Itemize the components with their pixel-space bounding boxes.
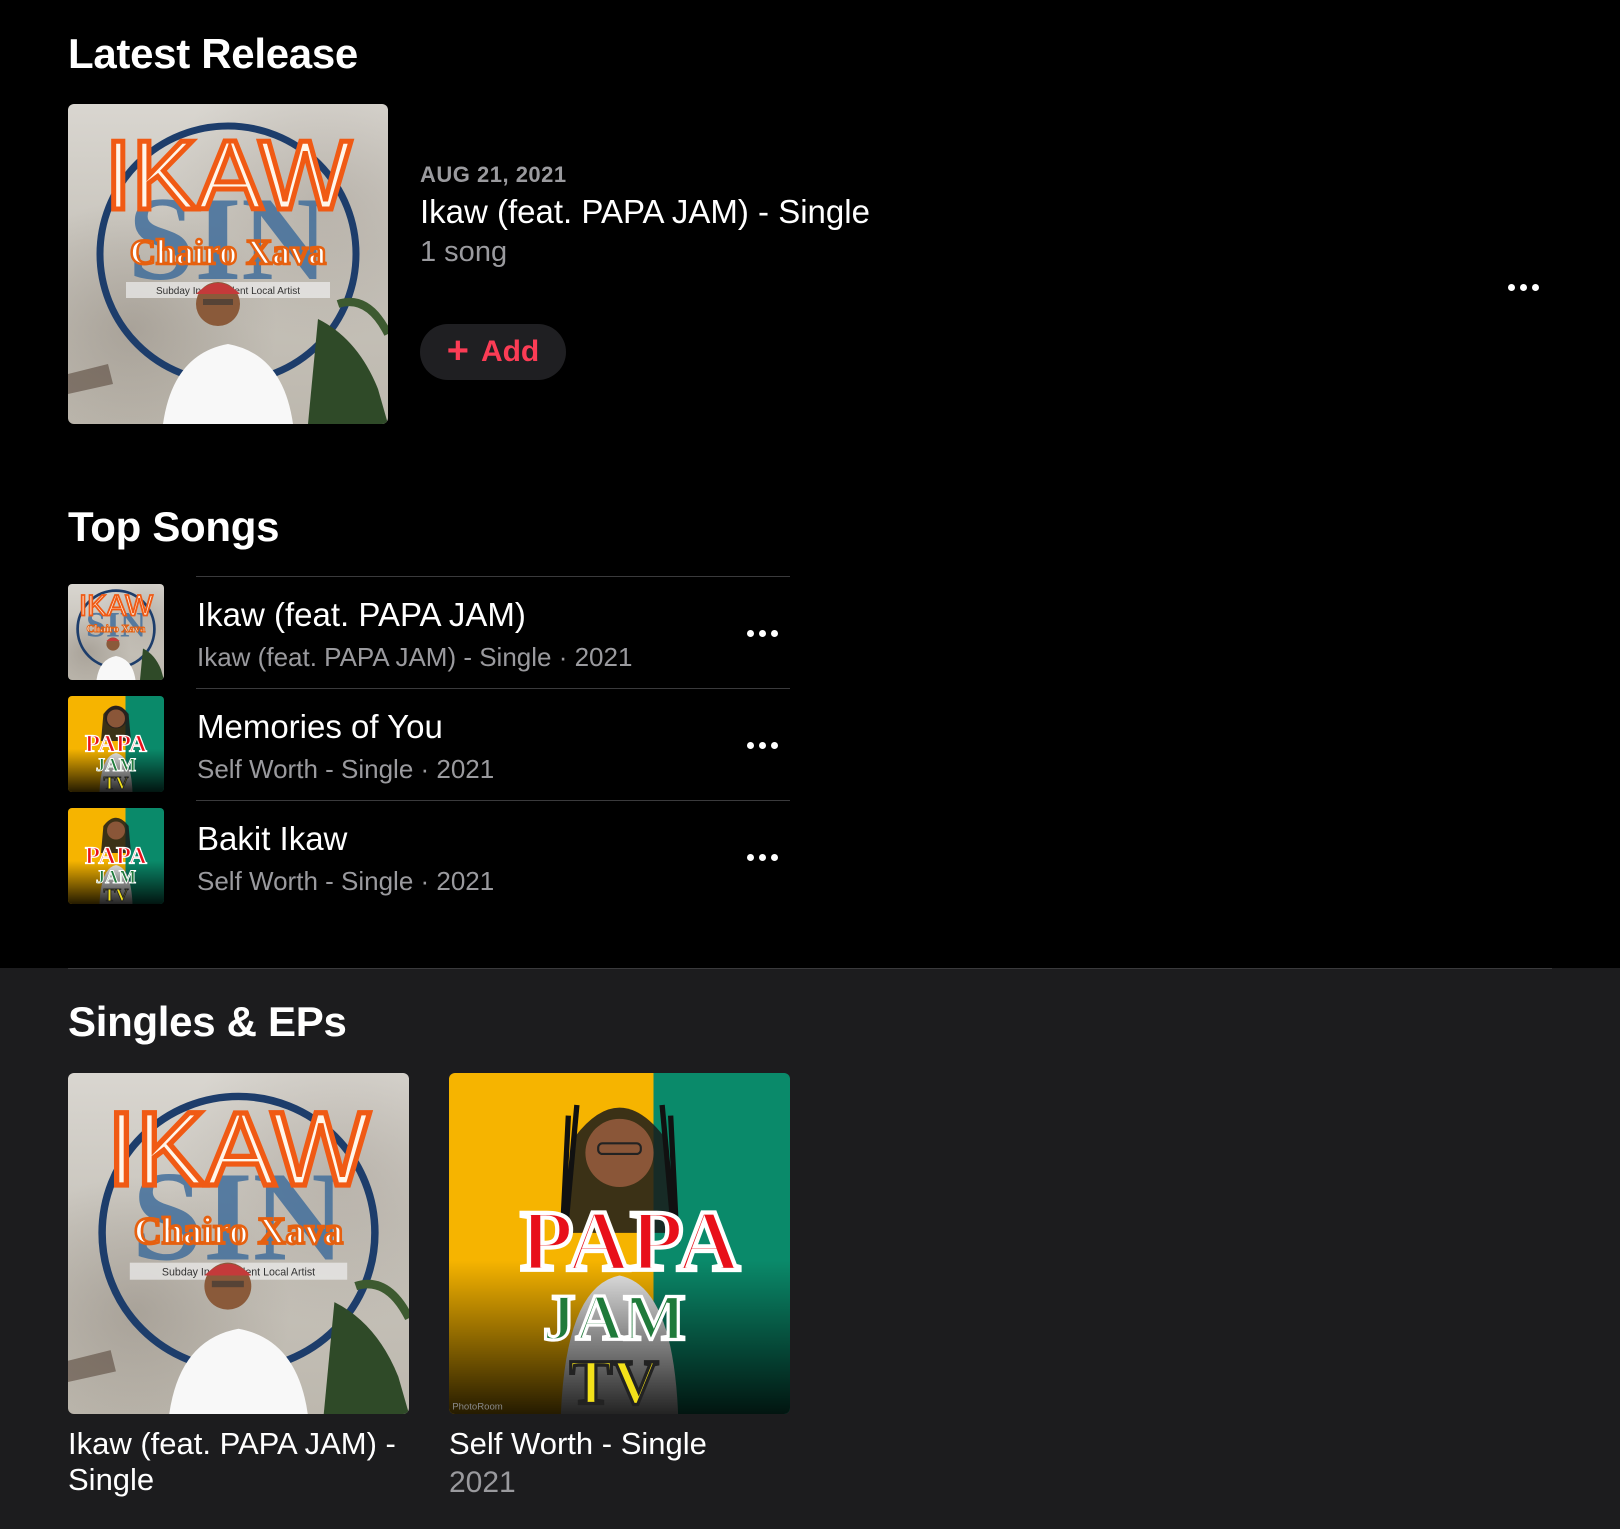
- song-title: Bakit Ikaw: [197, 820, 348, 857]
- song-artwork-bakit-ikaw: PAPA JAM TV: [68, 808, 164, 904]
- single-artwork-ikaw[interactable]: SIN IKAW Chairo Xava Subday Independent …: [68, 1073, 409, 1414]
- song-title: Memories of You: [197, 708, 443, 745]
- ikaw-cover-art: SIN IKAW Chairo Xava: [76, 589, 164, 680]
- singles-heading: Singles & EPs: [68, 998, 347, 1045]
- release-title[interactable]: Ikaw (feat. PAPA JAM) - Single: [420, 193, 870, 231]
- latest-release-artwork[interactable]: SIN IKAW Chairo Xava Subday Independent …: [68, 104, 388, 424]
- add-label: Add: [480, 335, 540, 368]
- release-song-count: 1 song: [420, 236, 508, 268]
- svg-text:IKAW: IKAW: [107, 1091, 370, 1208]
- ikaw-cover-art: SIN IKAW Chairo Xava Subday Independent …: [68, 118, 388, 424]
- song-more-icon[interactable]: [747, 742, 778, 749]
- svg-text:Chairo Xava: Chairo Xava: [134, 1211, 343, 1253]
- svg-text:IKAW: IKAW: [79, 590, 153, 623]
- svg-text:PAPA: PAPA: [520, 1192, 740, 1289]
- song-artwork-ikaw: SIN IKAW Chairo Xava: [68, 584, 164, 680]
- papa-jam-cover-art: PAPA JAM TV: [68, 696, 164, 792]
- song-divider: [196, 800, 790, 801]
- svg-text:TV: TV: [570, 1346, 659, 1414]
- song-title: Ikaw (feat. PAPA JAM): [197, 596, 526, 633]
- svg-text:PAPA: PAPA: [85, 843, 147, 870]
- song-subtitle: Self Worth - Single · 2021: [197, 754, 495, 784]
- svg-text:JAM: JAM: [543, 1281, 686, 1354]
- song-row-bakit-ikaw[interactable]: [68, 806, 790, 916]
- papa-jam-cover-art: PAPA JAM TV: [68, 808, 164, 904]
- single-title-line2: Single: [68, 1462, 155, 1497]
- add-button[interactable]: + Add: [420, 324, 566, 380]
- single-title[interactable]: Ikaw (feat. PAPA JAM) - Single: [68, 1426, 396, 1498]
- ikaw-cover-art: SIN IKAW Chairo Xava Subday Independent …: [68, 1088, 409, 1414]
- song-divider: [196, 688, 790, 689]
- song-more-icon[interactable]: [747, 854, 778, 861]
- single-year: 2021: [449, 1466, 516, 1499]
- svg-text:Chairo Xava: Chairo Xava: [87, 623, 146, 635]
- art-artist-name: Chairo Xava: [130, 232, 326, 272]
- song-subtitle: Ikaw (feat. PAPA JAM) - Single · 2021: [197, 642, 633, 672]
- artist-page: Latest Release SIN IKAW Chairo Xava Subd…: [0, 0, 1620, 1529]
- song-subtitle: Self Worth - Single · 2021: [197, 866, 495, 896]
- section-divider: [68, 968, 1552, 969]
- top-songs-heading: Top Songs: [68, 503, 280, 550]
- art-ikaw-title: IKAW: [105, 120, 352, 230]
- svg-text:TV: TV: [103, 885, 128, 904]
- papa-jam-cover-art: PAPA JAM TV PhotoRoom: [449, 1073, 790, 1414]
- release-date: AUG 21, 2021: [420, 162, 567, 187]
- song-artwork-memories-of-you: PAPA JAM TV: [68, 696, 164, 792]
- plus-icon: +: [446, 329, 469, 372]
- song-more-icon[interactable]: [747, 630, 778, 637]
- svg-text:TV: TV: [103, 773, 128, 792]
- single-title[interactable]: Self Worth - Single: [449, 1426, 707, 1462]
- latest-release-heading: Latest Release: [68, 30, 358, 77]
- latest-release-more-icon[interactable]: [1508, 284, 1539, 291]
- single-title-line1: Ikaw (feat. PAPA JAM) -: [68, 1426, 396, 1461]
- svg-text:PAPA: PAPA: [85, 731, 147, 758]
- svg-text:PhotoRoom: PhotoRoom: [452, 1402, 503, 1413]
- song-divider: [196, 576, 790, 577]
- single-artwork-self-worth[interactable]: PAPA JAM TV PhotoRoom: [449, 1073, 790, 1414]
